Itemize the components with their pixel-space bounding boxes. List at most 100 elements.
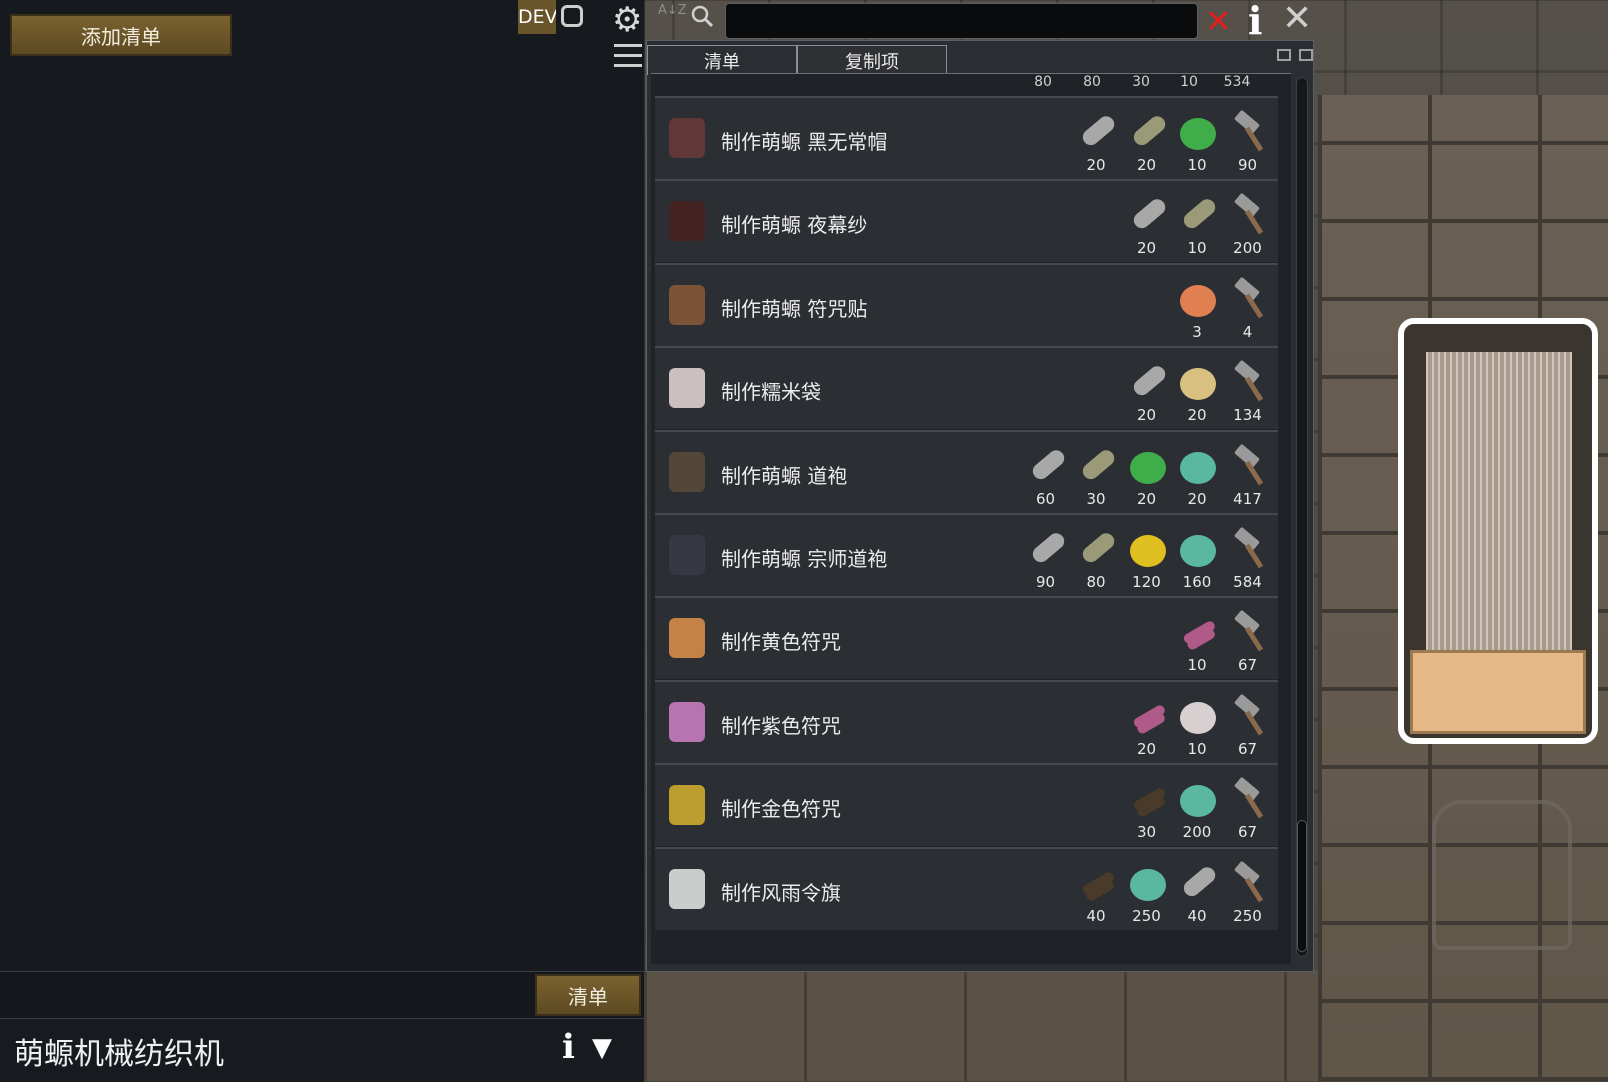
bill-label: 制作金色符咒 — [721, 797, 841, 822]
bill-label: 制作萌螈 宗师道袍 — [721, 547, 888, 571]
cloth-olive-icon — [1075, 527, 1119, 571]
left-panel: 添加清单 — [0, 0, 645, 971]
square-icon[interactable] — [561, 5, 583, 27]
cloth-olive-icon — [1176, 193, 1220, 237]
gear-icon[interactable]: ⚙ — [612, 0, 642, 40]
header-total: 30 — [1132, 74, 1150, 90]
header-totals: 80 80 30 10 534 — [651, 74, 1291, 96]
cost-quantity: 40 — [1086, 906, 1106, 925]
flag-icon — [669, 868, 705, 909]
bill-row[interactable]: 制作萌螈 符咒贴 3 4 — [655, 262, 1278, 346]
cost-quantity: 80 — [1086, 573, 1106, 591]
hammer-icon — [1227, 527, 1271, 571]
cost-item: 134 — [1223, 354, 1273, 424]
search-input[interactable] — [725, 3, 1198, 39]
hammer-icon — [1227, 193, 1271, 237]
bill-row[interactable]: 制作糯米袋 20 20 134 — [655, 346, 1278, 430]
bill-label: 制作萌螈 符咒贴 — [721, 296, 868, 321]
bill-label: 制作萌螈 道袍 — [721, 463, 848, 488]
chevron-down-icon[interactable]: ▼ — [592, 1033, 612, 1063]
bills-tab-button[interactable]: 清单 — [535, 974, 641, 1016]
bill-label: 制作萌螈 夜幕纱 — [721, 213, 868, 238]
cost-item: 67 — [1223, 688, 1273, 758]
cost-item: 3 — [1172, 271, 1222, 341]
cost-item: 10 — [1172, 104, 1222, 174]
bill-row[interactable]: 制作萌螈 黑无常帽 20 20 10 90 — [655, 96, 1278, 179]
gold-icon — [1126, 527, 1170, 571]
bill-row[interactable]: 制作萌螈 宗师道袍 90 80 120 160 584 — [655, 513, 1278, 596]
cloth-grey-icon — [1126, 193, 1170, 237]
cost-item: 90 — [1223, 104, 1273, 174]
cost-item: 20 — [1122, 354, 1172, 424]
cost-quantity: 40 — [1187, 906, 1207, 925]
cost-quantity: 200 — [1233, 239, 1262, 258]
logs-purple-icon — [1176, 610, 1220, 654]
close-icon[interactable]: ✕ — [1282, 0, 1312, 39]
bill-row[interactable]: 制作紫色符咒 20 10 67 — [655, 679, 1278, 763]
header-total: 10 — [1180, 74, 1198, 90]
cost-quantity: 10 — [1187, 656, 1207, 675]
cost-item: 250 — [1223, 855, 1273, 925]
scrollbar-thumb[interactable] — [1297, 820, 1307, 952]
talisman-yellow-icon — [669, 618, 705, 659]
menu-icon[interactable] — [614, 44, 642, 68]
cloth-grey-icon — [1126, 360, 1170, 404]
tab-copy-items[interactable]: 复制项 — [797, 45, 947, 75]
hammer-icon — [1227, 610, 1271, 654]
bill-row[interactable]: 制作黄色符咒 10 67 — [655, 596, 1278, 680]
search-icon[interactable] — [690, 4, 714, 28]
hammer-icon — [1227, 360, 1271, 404]
cost-quantity: 200 — [1182, 823, 1212, 842]
talisman-purple-icon — [669, 701, 705, 742]
sort-icon[interactable]: A↓Z — [658, 4, 687, 17]
info-icon[interactable]: i — [1248, 0, 1262, 43]
cloth-olive-icon — [1126, 110, 1170, 154]
cost-item: 4 — [1223, 271, 1273, 341]
bill-label: 制作糯米袋 — [721, 380, 821, 405]
veil-icon — [669, 201, 705, 242]
window-maximize-icon[interactable] — [1299, 49, 1313, 61]
cost-item: 40 — [1172, 855, 1222, 925]
jade-icon — [1126, 444, 1170, 488]
herb-icon — [1126, 861, 1170, 905]
bill-row[interactable]: 制作金色符咒 30 200 67 — [655, 763, 1278, 847]
cost-item: 10 — [1172, 688, 1222, 758]
cloth-olive-icon — [1075, 444, 1119, 488]
cost-item: 67 — [1223, 604, 1273, 674]
tab-bills[interactable]: 清单 — [647, 45, 797, 75]
add-list-button[interactable]: 添加清单 — [10, 14, 232, 56]
herb-icon — [1176, 777, 1220, 821]
cost-quantity: 3 — [1192, 322, 1202, 341]
cost-item: 10 — [1172, 187, 1222, 257]
herb-icon — [1176, 444, 1220, 488]
cloth-grey-icon — [1075, 110, 1119, 154]
bill-row[interactable]: 制作风雨令旗 40 250 40 250 — [655, 846, 1278, 930]
cost-quantity: 20 — [1136, 156, 1157, 174]
window-restore-icon[interactable] — [1277, 49, 1291, 61]
hammer-icon — [1227, 444, 1271, 488]
cost-item: 40 — [1071, 855, 1121, 925]
dev-mode-button[interactable]: DEV — [518, 0, 556, 34]
cloth-grey-icon — [1025, 444, 1069, 488]
bill-row[interactable]: 制作萌螈 夜幕纱 20 10 200 — [655, 179, 1278, 263]
cost-item: 417 — [1223, 438, 1273, 508]
cost-quantity: 90 — [1035, 573, 1056, 591]
cost-item: 20 — [1172, 438, 1222, 508]
cost-quantity: 67 — [1237, 823, 1258, 842]
loom-furniture[interactable] — [1398, 318, 1598, 744]
bill-label: 制作风雨令旗 — [721, 880, 841, 905]
bill-row[interactable]: 制作萌螈 道袍 60 30 20 20 417 — [655, 429, 1278, 513]
cost-quantity: 10 — [1187, 239, 1207, 258]
cost-quantity: 10 — [1187, 739, 1207, 758]
cost-quantity: 90 — [1237, 156, 1258, 174]
inspect-title: 萌螈机械纺织机 — [14, 1037, 224, 1072]
cost-item: 10 — [1172, 604, 1222, 674]
cost-quantity: 30 — [1086, 489, 1106, 508]
chair-blueprint[interactable] — [1432, 800, 1572, 950]
cloth-grey-icon — [1176, 861, 1220, 905]
hammer-icon — [1227, 777, 1271, 821]
bill-label: 制作紫色符咒 — [721, 713, 841, 738]
header-total: 80 — [1034, 74, 1052, 90]
clear-icon[interactable]: ✕ — [1205, 2, 1232, 40]
info-icon[interactable]: i — [562, 1027, 575, 1067]
